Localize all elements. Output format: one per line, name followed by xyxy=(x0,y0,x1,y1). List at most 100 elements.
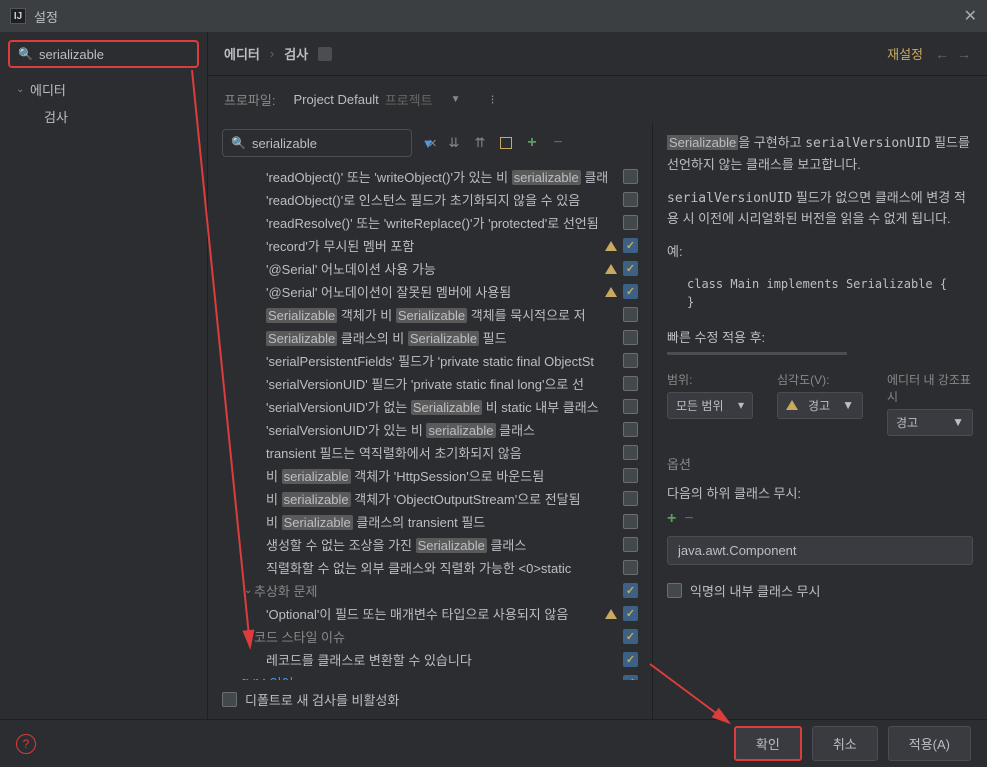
checkbox[interactable] xyxy=(623,537,638,552)
inspection-search[interactable]: 🔍 ✕ xyxy=(222,129,412,157)
tree-row[interactable]: 레코드를 클래스로 변환할 수 있습니다 xyxy=(208,648,652,671)
profile-row: 프로파일: Project Default 프로젝트 ▼ ⁝ xyxy=(208,76,987,123)
checkbox[interactable] xyxy=(623,261,638,276)
checkbox[interactable] xyxy=(623,514,638,529)
nav-forward-icon[interactable]: → xyxy=(957,46,971,62)
checkbox[interactable] xyxy=(623,629,638,644)
checkbox[interactable] xyxy=(623,583,638,598)
tree-row[interactable]: 직렬화할 수 없는 외부 클래스와 직렬화 가능한 <0>static xyxy=(208,556,652,579)
tree-row[interactable]: 'readResolve()' 또는 'writeReplace()'가 'pr… xyxy=(208,211,652,234)
chevron-down-icon: ⌄ xyxy=(16,84,26,95)
remove-class-button[interactable]: − xyxy=(684,510,693,528)
tree-category-abstraction[interactable]: ⌄ 추상화 문제 xyxy=(208,579,652,602)
checkbox[interactable] xyxy=(623,376,638,391)
collapse-all-icon[interactable]: ⇈ xyxy=(470,133,490,153)
tree-row-label: '@Serial' 어노데이션 사용 가능 xyxy=(266,259,605,278)
tree-row[interactable]: 비 Serializable 클래스의 transient 필드 xyxy=(208,510,652,533)
expand-all-icon[interactable]: ⇊ xyxy=(444,133,464,153)
tree-row[interactable]: '@Serial' 어노데이션 사용 가능 xyxy=(208,257,652,280)
checkbox[interactable] xyxy=(623,675,638,680)
tree-row-label: 레코드를 클래스로 변환할 수 있습니다 xyxy=(266,650,623,669)
tree-row[interactable]: 비 serializable 객체가 'HttpSession'으로 바운드됨 xyxy=(208,464,652,487)
reset-link[interactable]: 재설정 xyxy=(887,44,923,63)
checkbox[interactable] xyxy=(623,353,638,368)
tree-row[interactable]: 'readObject()' 또는 'writeObject()'가 있는 비 … xyxy=(208,165,652,188)
highlight-dropdown[interactable]: 경고 ▼ xyxy=(887,409,973,436)
code-example: class Main implements Serializable { } xyxy=(687,275,973,311)
tree-row-label: 비 serializable 객체가 'ObjectOutputStream'으… xyxy=(266,489,623,508)
profile-name: Project Default xyxy=(293,92,378,107)
inspection-toolbar: 🔍 ✕ ▼ ⇊ ⇈ + − xyxy=(208,123,652,163)
checkbox[interactable] xyxy=(623,399,638,414)
checkbox[interactable] xyxy=(667,583,682,598)
tree-row[interactable]: 생성할 수 없는 조상을 가진 Serializable 클래스 xyxy=(208,533,652,556)
ignore-subclass-label: 다음의 하위 클래스 무시: xyxy=(667,483,973,502)
footer: ? 확인 취소 적용(A) xyxy=(0,719,987,767)
tree-row[interactable]: 'serialVersionUID' 필드가 'private static f… xyxy=(208,372,652,395)
tree-row[interactable]: 비 serializable 객체가 'ObjectOutputStream'으… xyxy=(208,487,652,510)
checkbox[interactable] xyxy=(222,692,237,707)
tree-row-label: transient 필드는 역직렬화에서 초기화되지 않음 xyxy=(266,443,623,462)
help-icon[interactable]: ? xyxy=(16,734,36,754)
cancel-button[interactable]: 취소 xyxy=(812,726,878,761)
sidebar-search[interactable]: 🔍 ✕ xyxy=(8,40,199,68)
warning-icon xyxy=(605,264,617,274)
apply-button[interactable]: 적용(A) xyxy=(888,726,971,761)
minus-icon[interactable]: − xyxy=(548,133,568,153)
tree-row[interactable]: Serializable 클래스의 비 Serializable 필드 xyxy=(208,326,652,349)
checkbox[interactable] xyxy=(623,422,638,437)
checkbox[interactable] xyxy=(623,192,638,207)
inspection-tree[interactable]: 'readObject()' 또는 'writeObject()'가 있는 비 … xyxy=(208,163,652,680)
checkbox[interactable] xyxy=(623,215,638,230)
options-title: 옵션 xyxy=(667,454,973,473)
class-list-input[interactable] xyxy=(667,536,973,565)
tree-row[interactable]: 'serialVersionUID'가 없는 Serializable 비 st… xyxy=(208,395,652,418)
chevron-down-icon: ⌄ xyxy=(230,677,240,680)
checkbox[interactable] xyxy=(623,307,638,322)
checkbox[interactable] xyxy=(623,445,638,460)
tree-row[interactable]: 'serialVersionUID'가 있는 비 serializable 클래… xyxy=(208,418,652,441)
checkbox[interactable] xyxy=(623,491,638,506)
checkbox[interactable] xyxy=(623,560,638,575)
tree-row[interactable]: '@Serial' 어노데이션이 잘못된 멤버에 사용됨 xyxy=(208,280,652,303)
tree-row-label: 'serialVersionUID'가 있는 비 serializable 클래… xyxy=(266,420,623,439)
default-disable-row: 디폴트로 새 검사를 비활성화 xyxy=(208,680,652,719)
tree-row[interactable]: transient 필드는 역직렬화에서 초기화되지 않음 xyxy=(208,441,652,464)
highlight-icon[interactable] xyxy=(496,133,516,153)
quick-fix-title: 빠른 수정 적용 후: xyxy=(667,327,973,346)
ok-button[interactable]: 확인 xyxy=(734,726,802,761)
chevron-down-icon: ▼ xyxy=(451,94,461,105)
tree-row[interactable]: 'Optional'이 필드 또는 매개변수 타입으로 사용되지 않음 xyxy=(208,602,652,625)
tree-category-jvm[interactable]: ⌄ JVM 언어 xyxy=(208,671,652,680)
severity-dropdown[interactable]: 경고 ▼ xyxy=(777,392,863,419)
close-icon[interactable]: ✕ xyxy=(964,6,977,26)
tree-row[interactable]: Serializable 객체가 비 Serializable 객체를 묵시적으… xyxy=(208,303,652,326)
checkbox[interactable] xyxy=(623,284,638,299)
tree-row[interactable]: 'serialPersistentFields' 필드가 'private st… xyxy=(208,349,652,372)
scope-dropdown[interactable]: 모든 범위 ▾ xyxy=(667,392,753,419)
warning-icon xyxy=(786,400,798,410)
breadcrumb-separator: › xyxy=(270,46,274,61)
sidebar-item-editor[interactable]: ⌄ 에디터 xyxy=(0,76,207,103)
checkbox[interactable] xyxy=(623,652,638,667)
tree-category-codestyle[interactable]: ⌄ 코드 스타일 이슈 xyxy=(208,625,652,648)
tree-row-label: 비 Serializable 클래스의 transient 필드 xyxy=(266,512,623,531)
breadcrumb-editor[interactable]: 에디터 xyxy=(224,44,260,63)
profile-label: 프로파일: xyxy=(224,90,275,109)
sidebar-item-inspection[interactable]: 검사 xyxy=(0,103,207,130)
gear-icon[interactable]: ⁝ xyxy=(490,92,494,108)
plus-icon[interactable]: + xyxy=(522,133,542,153)
nav-back-icon[interactable]: ← xyxy=(935,46,949,62)
inspection-search-input[interactable] xyxy=(252,136,428,151)
tree-row[interactable]: 'record'가 무시된 멤버 포함 xyxy=(208,234,652,257)
checkbox[interactable] xyxy=(623,330,638,345)
checkbox[interactable] xyxy=(623,606,638,621)
checkbox[interactable] xyxy=(623,238,638,253)
filter-icon[interactable]: ▼ xyxy=(418,133,438,153)
checkbox[interactable] xyxy=(623,468,638,483)
add-class-button[interactable]: + xyxy=(667,510,676,528)
tree-row[interactable]: 'readObject()'로 인스턴스 필드가 초기화되지 않을 수 있음 xyxy=(208,188,652,211)
checkbox[interactable] xyxy=(623,169,638,184)
sidebar-search-input[interactable] xyxy=(39,47,215,62)
profile-select[interactable]: Project Default 프로젝트 ▼ xyxy=(285,86,468,113)
